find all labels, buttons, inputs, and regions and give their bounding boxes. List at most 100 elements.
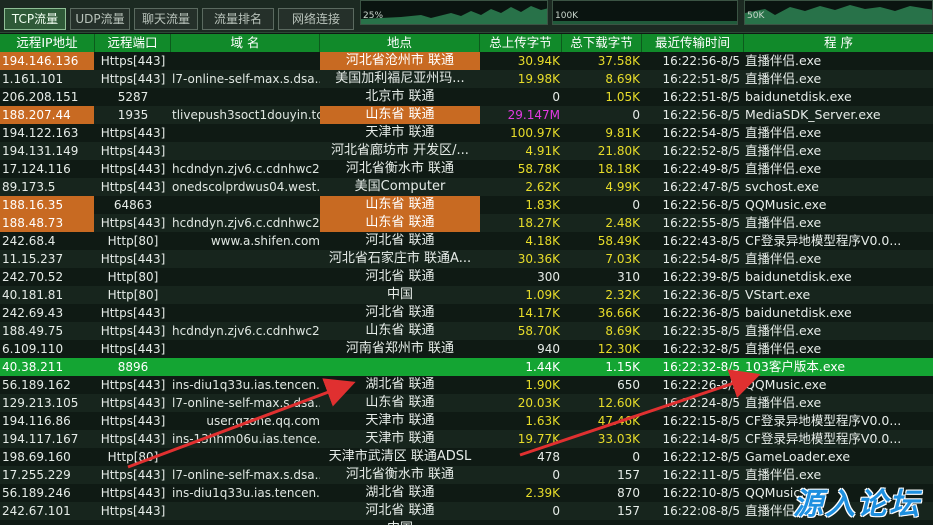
table-row[interactable]: 206.208.151 5287 北京市 联通 0 1.05K 16:22:51-8/5 b… (0, 88, 933, 106)
domain-cell: l7-online-self-max.s.dsa... (172, 72, 320, 86)
download-bytes-cell (562, 520, 642, 525)
last-transfer-time-cell: 16:22:54-8/5 (662, 252, 740, 266)
table-row[interactable]: 194.116.86 Https[443] user.qzone.qq.com 天津市… (0, 412, 933, 430)
domain-cell (171, 520, 320, 525)
remote-ip-cell (0, 520, 94, 525)
table-row[interactable]: 129.213.105 Https[443] l7-online-self-max.… (0, 394, 933, 412)
program-cell: VStart.exe (745, 287, 811, 302)
program-cell: baidunetdisk.exe (745, 269, 852, 284)
program-cell: 直播伴侣.exe (745, 395, 822, 410)
table-row[interactable]: 194.131.149 Https[443] 河北省廊坊市 开发区/... 4.91K… (0, 142, 933, 160)
table-row[interactable]: 89.173.5 Https[443] onedscolprdwus04.west.… (0, 178, 933, 196)
column-header-location[interactable]: 地点 (320, 34, 480, 52)
tab-network-connections[interactable]: 网络连接 (278, 8, 354, 30)
last-transfer-time-cell: 16:22:10-8/5 (662, 486, 740, 500)
table-row[interactable]: 11.15.237 Https[443] 河北省石家庄市 联通A... 30.36K 7… (0, 250, 933, 268)
table-row[interactable]: 6.109.110 Https[443] 河南省郑州市 联通 940 12.30K 16:… (0, 340, 933, 358)
last-transfer-time-cell: 16:22:47-8/5 (662, 180, 740, 194)
remote-port-cell: Https[443] (100, 306, 166, 320)
location-cell: 河南省郑州市 联通 (345, 341, 455, 356)
download-graph-label: 50K (747, 11, 765, 21)
table-row[interactable]: 194.122.163 Https[443] 天津市 联通 100.97K 9.81K 1… (0, 124, 933, 142)
column-header-total-upload[interactable]: 总上传字节 (480, 34, 562, 52)
upload-bytes-cell: 300 (537, 270, 560, 284)
upload-bytes-cell: 0 (552, 90, 560, 104)
last-transfer-time-cell: 16:22:08-8/5 (662, 504, 740, 518)
download-bytes-cell: 1.15K (605, 360, 640, 374)
top-toolbar: TCP流量 UDP流量 聊天流量 流量排名 网络连接 25% 100K 50K (0, 0, 933, 33)
table-row[interactable]: 188.48.73 Https[443] hcdndyn.zjv6.c.cdnhwc… (0, 214, 933, 232)
last-transfer-time-cell: 16:22:15-8/5 (662, 414, 740, 428)
last-transfer-time-cell (642, 520, 742, 525)
location-cell: 中国 (386, 287, 413, 302)
remote-ip-cell: 206.208.151 (2, 90, 79, 104)
upload-bytes-cell: 1.83K (525, 198, 560, 212)
remote-port-cell: Http[80] (107, 270, 159, 284)
last-transfer-time-cell: 16:22:36-8/5 (662, 288, 740, 302)
location-cell (320, 358, 480, 376)
location-cell: 美国加利福尼亚州玛... (335, 71, 465, 86)
remote-ip-cell: 56.189.162 (2, 378, 71, 392)
remote-ip-cell: 198.69.160 (2, 450, 71, 464)
table-row[interactable]: 40.181.81 Http[80] 中国 1.09K 2.32K 16:22:36-8/… (0, 286, 933, 304)
table-row[interactable]: 242.69.43 Https[443] 河北省 联通 14.17K 36.66K 16:… (0, 304, 933, 322)
domain-cell: tlivepush3soct1douyin.tc... (172, 108, 320, 122)
column-header-remote-port[interactable]: 远程端口 (95, 34, 171, 52)
column-header-total-download[interactable]: 总下载字节 (562, 34, 642, 52)
last-transfer-time-cell: 16:22:56-8/5 (662, 108, 740, 122)
upload-bytes-cell: 1.44K (525, 360, 560, 374)
table-row-selected[interactable]: 40.38.211 8896 1.44K 1.15K 16:22:32-8/5 103客户… (0, 358, 933, 376)
upload-bytes-cell: 58.78K (517, 162, 560, 176)
last-transfer-time-cell: 16:22:14-8/5 (662, 432, 740, 446)
location-cell: 中国 (320, 520, 480, 525)
domain-cell: hcdndyn.zjv6.c.cdnhwc2... (172, 162, 320, 176)
column-header-program[interactable]: 程 序 (744, 34, 933, 52)
location-cell: 美国Computer (354, 179, 446, 194)
tab-tcp-traffic[interactable]: TCP流量 (4, 8, 66, 30)
remote-port-cell: Https[443] (100, 432, 166, 446)
last-transfer-time-cell: 16:22:39-8/5 (662, 270, 740, 284)
last-transfer-time-cell: 16:22:32-8/5 (662, 360, 740, 374)
last-transfer-time-cell: 16:22:24-8/5 (662, 396, 740, 410)
location-cell: 河北省衡水市 联通 (345, 467, 455, 482)
remote-port-cell (95, 520, 171, 525)
download-bytes-cell: 9.81K (605, 126, 640, 140)
remote-port-cell: Https[443] (100, 72, 166, 86)
download-bytes-cell: 2.48K (605, 216, 640, 230)
location-cell: 山东省 联通 (320, 106, 480, 124)
tab-traffic-ranking[interactable]: 流量排名 (202, 8, 274, 30)
upload-bytes-cell: 2.39K (525, 486, 560, 500)
table-row[interactable]: 198.69.160 Http[80] 天津市武清区 联通ADSL 478 0 16:22… (0, 448, 933, 466)
remote-port-cell: Https[443] (100, 414, 166, 428)
remote-port-cell: Https[443] (100, 162, 166, 176)
upload-bytes-cell: 30.94K (517, 54, 560, 68)
table-row[interactable]: 242.70.52 Http[80] 河北省 联通 300 310 16:22:39-8/… (0, 268, 933, 286)
remote-port-cell: Http[80] (107, 450, 159, 464)
tab-chat-traffic[interactable]: 聊天流量 (134, 8, 198, 30)
table-row[interactable]: 1.161.101 Https[443] l7-online-self-max.s.… (0, 70, 933, 88)
remote-port-cell: Http[80] (107, 234, 159, 248)
table-row[interactable]: 188.207.44 1935 tlivepush3soct1douyin.tc..… (0, 106, 933, 124)
table-row[interactable]: 194.117.167 Https[443] ins-13hhm06u.ias.te… (0, 430, 933, 448)
column-header-domain[interactable]: 域 名 (171, 34, 320, 52)
column-header-remote-ip[interactable]: 远程IP地址 (0, 34, 95, 52)
table-header: 远程IP地址 远程端口 域 名 地点 总上传字节 总下载字节 最近传输时间 程 … (0, 34, 933, 52)
download-graph: 50K (744, 0, 933, 25)
location-cell: 河北省廊坊市 开发区/... (331, 143, 469, 158)
upload-bytes-cell (480, 520, 562, 525)
table-row[interactable]: 188.49.75 Https[443] hcdndyn.zjv6.c.cdnhwc… (0, 322, 933, 340)
remote-port-cell: Https[443] (100, 486, 166, 500)
program-cell: 103客户版本.exe (745, 359, 846, 374)
remote-ip-cell: 194.131.149 (2, 144, 79, 158)
table-row[interactable]: 56.189.162 Https[443] ins-diu1q33u.ias.ten… (0, 376, 933, 394)
tab-udp-traffic[interactable]: UDP流量 (70, 8, 130, 30)
remote-port-cell: 1935 (117, 108, 149, 122)
table-row[interactable]: 242.68.4 Http[80] www.a.shifen.com 河北省 联通 4.… (0, 232, 933, 250)
table-row[interactable]: 17.124.116 Https[443] hcdndyn.zjv6.c.cdnhw… (0, 160, 933, 178)
domain-cell (171, 142, 320, 160)
remote-ip-cell: 17.255.229 (2, 468, 71, 482)
column-header-last-transfer[interactable]: 最近传输时间 (642, 34, 744, 52)
table-row[interactable]: 194.146.136 Https[443] 河北省沧州市 联通 30.94K 37.5… (0, 52, 933, 70)
table-row[interactable]: 188.16.35 64863 山东省 联通 1.83K 0 16:22:56-8/5 QQ… (0, 196, 933, 214)
upload-bytes-cell: 58.70K (517, 324, 560, 338)
